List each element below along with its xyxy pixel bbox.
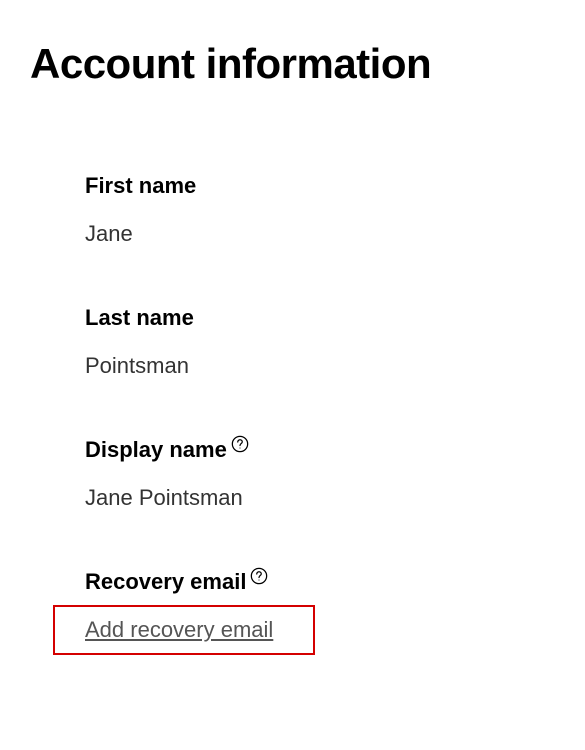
highlight-annotation: Add recovery email — [53, 605, 315, 655]
account-info-content: First name Jane Last name Pointsman Disp… — [0, 88, 585, 655]
display-name-label: Display name — [85, 437, 585, 463]
help-icon[interactable] — [230, 434, 250, 454]
last-name-label: Last name — [85, 305, 585, 331]
display-name-label-text: Display name — [85, 437, 227, 463]
recovery-email-label: Recovery email — [85, 569, 585, 595]
display-name-value: Jane Pointsman — [85, 485, 585, 511]
first-name-field: First name Jane — [85, 173, 585, 247]
first-name-label: First name — [85, 173, 585, 199]
last-name-field: Last name Pointsman — [85, 305, 585, 379]
last-name-value: Pointsman — [85, 353, 585, 379]
help-icon[interactable] — [249, 566, 269, 586]
first-name-value: Jane — [85, 221, 585, 247]
display-name-field: Display name Jane Pointsman — [85, 437, 585, 511]
recovery-email-label-text: Recovery email — [85, 569, 246, 595]
add-recovery-email-link[interactable]: Add recovery email — [85, 617, 273, 643]
page-title: Account information — [0, 0, 585, 88]
recovery-email-field: Recovery email Add recovery email — [85, 569, 585, 655]
